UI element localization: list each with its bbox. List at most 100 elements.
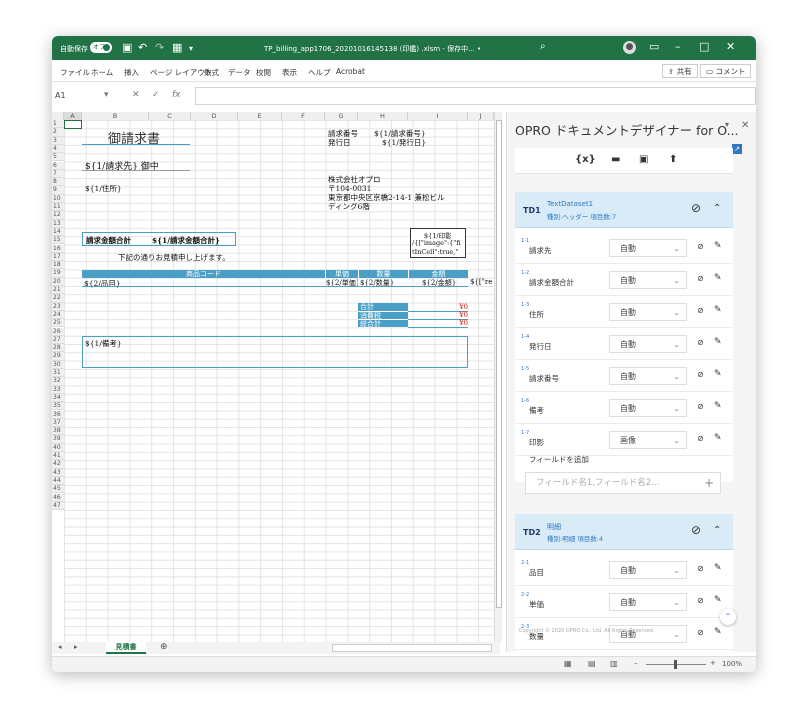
zoom-out-icon[interactable]: – xyxy=(634,659,638,667)
save-icon[interactable]: ▣ xyxy=(122,41,132,54)
row-header[interactable]: 46 xyxy=(52,493,64,502)
row-header[interactable]: 21 xyxy=(52,286,64,295)
variable-icon[interactable]: {x} xyxy=(575,154,596,165)
row-header[interactable]: 33 xyxy=(52,385,64,394)
row-header[interactable]: 28 xyxy=(52,344,64,353)
pencil-icon[interactable]: ✎ xyxy=(714,627,722,637)
field-type-select[interactable]: 自動 ⌄ xyxy=(609,335,687,353)
pencil-icon[interactable]: ✎ xyxy=(714,241,722,251)
page-layout-view-icon[interactable]: ▤ xyxy=(588,659,596,668)
row-header[interactable]: 43 xyxy=(52,468,64,477)
edit-dataset-icon[interactable]: ⊘ xyxy=(691,201,701,215)
row-header[interactable]: 12 xyxy=(52,211,64,220)
row-header[interactable]: 38 xyxy=(52,427,64,436)
upload-icon[interactable]: ⬆ xyxy=(669,154,677,165)
comment-button[interactable]: ▭ コメント xyxy=(700,64,752,78)
name-box-dropdown-icon[interactable]: ▾ xyxy=(104,90,109,100)
zoom-in-icon[interactable]: + xyxy=(710,659,716,667)
row-header[interactable]: 35 xyxy=(52,402,64,411)
field-type-select[interactable]: 自動 ⌄ xyxy=(609,239,687,257)
close-icon[interactable]: ✕ xyxy=(726,40,735,53)
tab-data[interactable]: データ xyxy=(228,67,251,78)
row-header[interactable]: 30 xyxy=(52,360,64,369)
column-header[interactable]: H xyxy=(358,112,408,120)
dataset-header[interactable]: TD2 明細 種別:明細 項目数:4 ⊘ ⌃ xyxy=(515,514,733,550)
horizontal-scrollbar[interactable] xyxy=(332,644,492,652)
column-header[interactable]: J xyxy=(468,112,494,120)
select-all-corner[interactable] xyxy=(52,112,64,120)
tab-view[interactable]: 表示 xyxy=(282,67,297,78)
row-header[interactable]: 16 xyxy=(52,244,64,253)
maximize-icon[interactable]: □ xyxy=(699,40,709,53)
formula-input[interactable] xyxy=(195,87,756,105)
tab-review[interactable]: 校閲 xyxy=(256,67,271,78)
column-header[interactable]: C xyxy=(149,112,191,120)
pencil-icon[interactable]: ✎ xyxy=(714,337,722,347)
row-header[interactable]: 3 xyxy=(52,136,64,145)
tab-page-layout[interactable]: ページ レイアウト xyxy=(150,67,212,78)
pencil-icon[interactable]: ✎ xyxy=(714,273,722,283)
customize-icon[interactable]: ▾ xyxy=(189,44,193,53)
link-icon[interactable]: ⊘ xyxy=(697,274,704,283)
row-header[interactable]: 8 xyxy=(52,178,64,187)
pencil-icon[interactable]: ✎ xyxy=(714,563,722,573)
link-icon[interactable]: ⊘ xyxy=(697,306,704,315)
column-header[interactable]: A xyxy=(64,112,82,120)
row-header[interactable]: 34 xyxy=(52,393,64,403)
link-icon[interactable]: ⊘ xyxy=(697,596,704,605)
column-header[interactable]: I xyxy=(408,112,468,120)
autosave-toggle[interactable]: オフ xyxy=(90,42,112,53)
prev-sheet-icon[interactable]: ◂ xyxy=(58,643,62,651)
pencil-icon[interactable]: ✎ xyxy=(714,433,722,443)
scroll-thumb[interactable] xyxy=(496,120,502,608)
pencil-icon[interactable]: ✎ xyxy=(714,305,722,315)
row-header[interactable]: 32 xyxy=(52,377,64,386)
pencil-icon[interactable]: ✎ xyxy=(714,369,722,379)
panel-close-icon[interactable]: ✕ xyxy=(741,120,749,131)
row-header[interactable]: 24 xyxy=(52,310,64,320)
add-field-input[interactable]: フィールド名1,フィールド名2... + xyxy=(525,472,721,494)
row-header[interactable]: 20 xyxy=(52,277,64,286)
link-icon[interactable]: ⊘ xyxy=(697,628,704,637)
row-header[interactable]: 40 xyxy=(52,443,64,452)
row-header[interactable]: 1 xyxy=(52,120,64,129)
row-header[interactable]: 22 xyxy=(52,294,64,303)
tab-file[interactable]: ファイル xyxy=(60,67,90,78)
column-header[interactable]: E xyxy=(238,112,282,120)
link-icon[interactable]: ⊘ xyxy=(697,370,704,379)
tab-formulas[interactable]: 数式 xyxy=(204,67,219,78)
tab-home[interactable]: ホーム xyxy=(91,67,113,78)
add-field-plus-icon[interactable]: + xyxy=(704,473,714,494)
sheet-tab[interactable]: 見積書 xyxy=(106,642,146,654)
link-icon[interactable]: ⊘ xyxy=(697,434,704,443)
search-icon[interactable]: ⌕ xyxy=(540,41,546,52)
field-type-select[interactable]: 自動 ⌄ xyxy=(609,367,687,385)
link-icon[interactable]: ⊘ xyxy=(697,564,704,573)
tab-insert[interactable]: 挿入 xyxy=(124,67,139,78)
vertical-scrollbar[interactable] xyxy=(494,112,502,642)
row-header[interactable]: 10 xyxy=(52,194,64,203)
row-header[interactable]: 11 xyxy=(52,203,64,212)
field-type-select[interactable]: 画像 ⌄ xyxy=(609,431,687,449)
list-icon[interactable]: ▬ xyxy=(611,154,620,165)
row-header[interactable]: 37 xyxy=(52,418,64,428)
field-type-select[interactable]: 自動 ⌄ xyxy=(609,303,687,321)
collapse-icon[interactable]: ⌃ xyxy=(713,203,721,214)
row-header[interactable]: 29 xyxy=(52,352,64,361)
zoom-slider-thumb[interactable] xyxy=(674,660,677,669)
active-cell[interactable] xyxy=(64,120,82,129)
row-header[interactable]: 7 xyxy=(52,169,64,179)
panel-options-icon[interactable]: ▾ xyxy=(725,120,729,129)
row-header[interactable]: 26 xyxy=(52,327,64,336)
form-icon[interactable]: ▦ xyxy=(172,41,182,54)
row-header[interactable]: 36 xyxy=(52,410,64,419)
collapse-icon[interactable]: ⌃ xyxy=(713,525,721,536)
name-box[interactable]: A1 xyxy=(52,87,140,105)
field-type-select[interactable]: 自動 ⌄ xyxy=(609,561,687,579)
pencil-icon[interactable]: ✎ xyxy=(714,401,722,411)
row-header[interactable]: 17 xyxy=(52,252,64,262)
field-type-select[interactable]: 自動 ⌄ xyxy=(609,271,687,289)
row-header[interactable]: 18 xyxy=(52,261,64,270)
row-header[interactable]: 4 xyxy=(52,144,64,154)
column-header[interactable]: D xyxy=(191,112,238,120)
